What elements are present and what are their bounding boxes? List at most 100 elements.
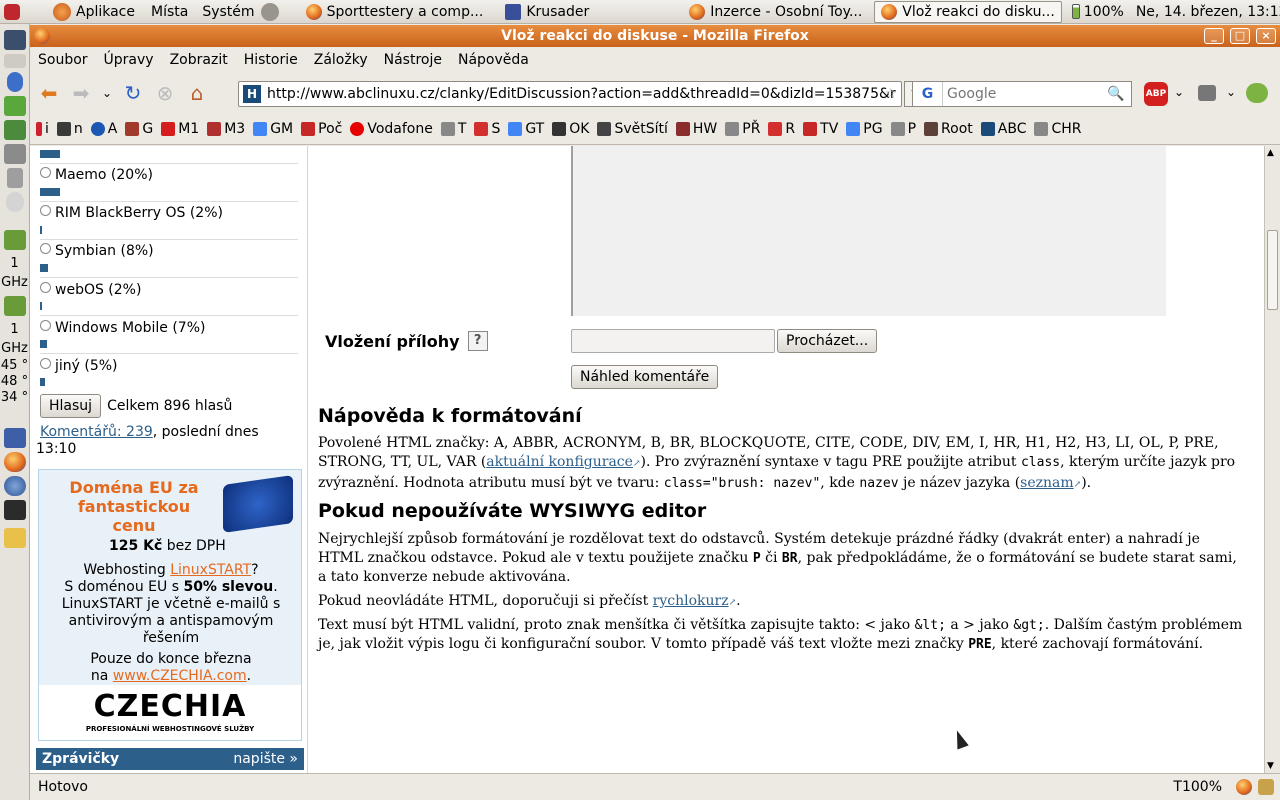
poll-radio[interactable] <box>40 358 51 369</box>
battery-applet-icon[interactable] <box>3 96 26 116</box>
file-path-field[interactable] <box>571 329 775 353</box>
bookmark-item[interactable]: GT <box>508 121 544 137</box>
task-krusader[interactable]: Krusader <box>499 1 595 23</box>
bookmark-item[interactable]: A <box>90 121 117 137</box>
preview-button[interactable]: Náhled komentáře <box>571 365 719 389</box>
greasemonkey-icon[interactable] <box>1246 83 1268 103</box>
shutdown-applet[interactable] <box>0 0 29 24</box>
task-inzerce[interactable]: Inzerce - Osobní Toy... <box>683 1 868 23</box>
reload-icon[interactable]: ↻ <box>120 80 146 106</box>
bookmark-item[interactable]: ABC <box>980 121 1026 137</box>
places-menu[interactable]: Místa <box>147 0 192 24</box>
addon-status-icon[interactable] <box>1258 779 1274 795</box>
poll-option[interactable]: Windows Mobile (7%) <box>40 320 205 336</box>
firefox-status-icon[interactable] <box>1236 779 1252 795</box>
menu-zalozky[interactable]: Záložky <box>306 52 376 68</box>
bookmark-item[interactable]: TV <box>803 121 838 137</box>
advertisement[interactable]: Doména EU za fantastickou cenu 125 Kč be… <box>38 469 302 741</box>
bookmark-item[interactable]: M1 <box>161 121 199 137</box>
back-icon[interactable]: ⬅ <box>36 80 62 106</box>
google-engine-icon[interactable]: G <box>913 82 943 106</box>
bookmark-item[interactable]: P <box>890 121 916 137</box>
stop-icon[interactable]: ⊗ <box>152 80 178 106</box>
screenshot-icon[interactable] <box>1198 85 1216 101</box>
poll-option[interactable]: Symbian (8%) <box>40 243 154 259</box>
volume-icon[interactable] <box>6 168 23 188</box>
poll-radio[interactable] <box>40 282 51 293</box>
poll-radio[interactable] <box>40 320 51 331</box>
search-input[interactable] <box>947 86 1107 102</box>
bookmark-item[interactable]: Poč <box>301 121 342 137</box>
bookmark-item[interactable]: HW <box>675 121 717 137</box>
bookmark-item[interactable]: G <box>125 121 153 137</box>
thunderbird-launcher-icon[interactable] <box>3 476 26 496</box>
comment-textarea[interactable] <box>571 146 1166 316</box>
system-menu[interactable]: Systém <box>198 0 287 24</box>
bookmark-item[interactable]: SvětSítí <box>597 121 668 137</box>
battery-indicator[interactable]: 100% <box>1068 0 1128 24</box>
search-icon[interactable]: 🔍 <box>1107 86 1124 102</box>
bookmark-item[interactable]: Root <box>924 121 973 137</box>
poll-option[interactable]: RIM BlackBerry OS (2%) <box>40 205 223 221</box>
task-sporttestery[interactable]: Sporttestery a comp... <box>300 1 490 23</box>
bookmark-item[interactable]: GM <box>253 121 293 137</box>
forward-icon[interactable]: ➡ <box>68 80 94 106</box>
adblock-dropdown-icon[interactable]: ⌄ <box>1174 85 1184 99</box>
vote-button[interactable]: Hlasuj <box>40 394 102 418</box>
quick-course-link[interactable]: rychlokurz <box>653 593 729 609</box>
minimize-button[interactable]: _ <box>1204 28 1224 44</box>
menu-historie[interactable]: Historie <box>236 52 306 68</box>
browse-button[interactable]: Procházet... <box>777 329 878 353</box>
bookmark-item[interactable]: i <box>36 121 49 137</box>
czechia-link[interactable]: www.CZECHIA.com <box>113 668 247 684</box>
scroll-down-icon[interactable]: ▼ <box>1267 761 1274 771</box>
firefox-launcher-icon[interactable] <box>3 452 26 472</box>
linuxstart-link[interactable]: LinuxSTART <box>170 562 251 578</box>
clock[interactable]: Ne, 14. březen, 13:12 <box>1132 0 1280 24</box>
bookmark-star-icon[interactable]: ☆ <box>884 86 897 102</box>
menu-zobrazit[interactable]: Zobrazit <box>162 52 236 68</box>
menu-nastroje[interactable]: Nástroje <box>376 52 450 68</box>
news-write-link[interactable]: napište » <box>233 748 298 770</box>
history-dropdown-icon[interactable]: ⌄ <box>100 80 114 106</box>
terminal-launcher-icon[interactable] <box>3 500 26 520</box>
bookmark-item[interactable]: M3 <box>207 121 245 137</box>
url-bar[interactable]: H http://www.abclinuxu.cz/clanky/EditDis… <box>238 81 902 107</box>
search-bar[interactable]: G 🔍 <box>912 81 1132 107</box>
bluetooth-icon[interactable] <box>6 72 23 92</box>
display-icon[interactable] <box>3 144 26 164</box>
menu-soubor[interactable]: Soubor <box>30 52 96 68</box>
scroll-up-icon[interactable]: ▲ <box>1267 148 1274 158</box>
bookmark-item[interactable]: PŘ <box>725 121 760 137</box>
poll-option[interactable]: Maemo (20%) <box>40 167 153 183</box>
language-list-link[interactable]: seznam <box>1020 475 1073 491</box>
menu-napoveda[interactable]: Nápověda <box>450 52 537 68</box>
poll-radio[interactable] <box>40 243 51 254</box>
poll-radio[interactable] <box>40 205 51 216</box>
menu-upravy[interactable]: Úpravy <box>96 52 162 68</box>
config-link[interactable]: aktuální konfigurace <box>486 454 633 470</box>
folder-launcher-icon[interactable] <box>3 528 26 548</box>
bookmark-item[interactable]: R <box>768 121 795 137</box>
weather-icon[interactable] <box>5 192 24 212</box>
bookmark-item[interactable]: CHR <box>1034 121 1082 137</box>
pointer-tool-icon[interactable] <box>3 428 26 448</box>
screenshot-dropdown-icon[interactable]: ⌄ <box>1226 85 1236 99</box>
window-list-icon[interactable] <box>3 54 26 68</box>
adblock-icon[interactable]: ABP <box>1144 82 1168 106</box>
scrollbar-thumb[interactable] <box>1267 230 1278 310</box>
bookmark-item[interactable]: OK <box>552 121 589 137</box>
firefox-icon[interactable] <box>34 28 50 44</box>
zoom-level[interactable]: T100% <box>1173 779 1222 795</box>
bookmark-item[interactable]: T <box>440 121 466 137</box>
bookmark-item[interactable]: Vodafone <box>350 121 433 137</box>
help-icon[interactable]: ? <box>467 331 488 351</box>
network-icon[interactable] <box>3 120 26 140</box>
poll-option[interactable]: jiný (5%) <box>40 358 118 374</box>
bookmark-item[interactable]: S <box>474 121 500 137</box>
apps-menu[interactable]: Aplikace <box>49 0 139 24</box>
bookmark-item[interactable]: PG <box>846 121 883 137</box>
poll-option[interactable]: webOS (2%) <box>40 282 141 298</box>
close-button[interactable]: × <box>1256 28 1276 44</box>
task-vloz-reakci[interactable]: Vlož reakci do disku... <box>874 0 1062 23</box>
